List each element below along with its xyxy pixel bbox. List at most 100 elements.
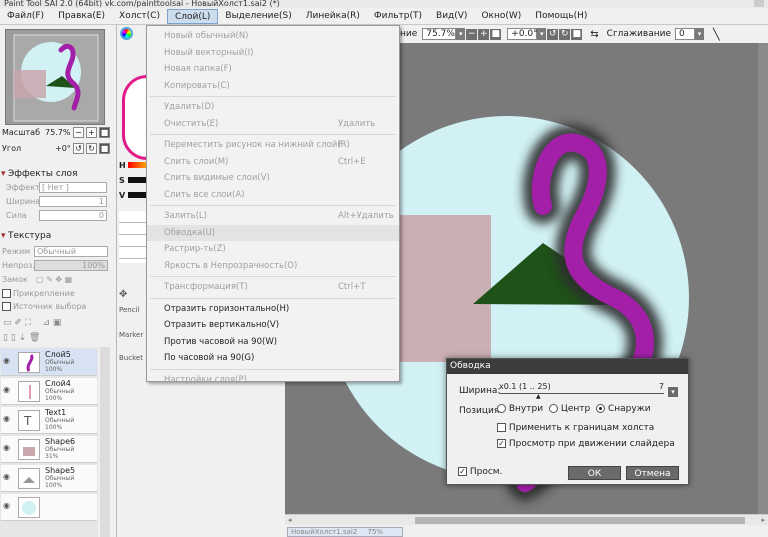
menu-2[interactable]: Правка(E) [51, 9, 112, 24]
saturation-slider[interactable] [128, 177, 147, 183]
scroll-right-icon[interactable]: ▸ [761, 516, 765, 524]
color-wheel[interactable] [122, 75, 147, 160]
menu-9[interactable]: Окно(W) [474, 9, 528, 24]
layer-row[interactable]: ◉ Shape5 Обычный 100% [1, 465, 97, 492]
layer-row[interactable]: ◉ Слой5 Обычный 100% [1, 349, 97, 376]
visibility-eye-icon[interactable]: ◉ [3, 356, 13, 366]
effect-width-field[interactable]: 1 [39, 196, 107, 207]
window-controls[interactable] [754, 0, 764, 7]
visibility-eye-icon[interactable]: ◉ [3, 443, 13, 453]
navigator-preview[interactable] [5, 29, 105, 125]
selection-source-checkbox[interactable] [2, 302, 11, 311]
menu-4[interactable]: Слой(L) [166, 8, 219, 24]
blend-mode-select[interactable]: Обычный [34, 246, 108, 257]
zoom-out-button[interactable]: − [73, 127, 84, 138]
position-center-radio[interactable] [548, 404, 558, 413]
menu-5[interactable]: Выделение(S) [218, 9, 298, 24]
layer-menu-item[interactable]: Слить слои(M) Ctrl+E [147, 154, 399, 170]
texture-header[interactable]: Текстура [0, 230, 117, 242]
layer-menu-item[interactable]: Очистить(E) Удалить [147, 116, 399, 132]
layer-menu-item[interactable]: Слить все слои(A) [147, 187, 399, 203]
position-inside[interactable]: Внутри [497, 404, 543, 414]
zoom-in-button[interactable]: + [86, 127, 97, 138]
visibility-eye-icon[interactable]: ◉ [3, 472, 13, 482]
zoom-reset-button[interactable]: ■ [99, 127, 110, 138]
toolbar-zoom-dropdown-icon[interactable]: ▾ [456, 28, 466, 40]
toolbar-zoom-out-button[interactable]: − [466, 28, 478, 40]
zoom-value[interactable]: 75.7% [45, 126, 70, 139]
layer-row[interactable]: ◉ Shape6 Обычный 31% [1, 436, 97, 463]
menu-7[interactable]: Фильтр(T) [367, 9, 429, 24]
layer-menu-item[interactable]: Слить видимые слои(V) [147, 170, 399, 186]
toolbar-zoom-field[interactable]: 75.7% [422, 28, 457, 40]
clip-row[interactable]: Прикрепление [0, 287, 117, 300]
stroke-width-slider[interactable]: x0.1 (1 .. 25) 7 ▲ [499, 382, 664, 400]
layer-menu-item[interactable]: Отразить горизонтально(H) [147, 301, 399, 317]
preview-checkbox[interactable]: ✓ [458, 467, 467, 476]
lock-icons[interactable]: ▢ ✎ ✥ ▦ [36, 273, 72, 286]
layer-menu-item[interactable]: Новая папка(F) [147, 61, 399, 77]
layer-list-scrollbar[interactable] [100, 347, 110, 537]
hue-slider[interactable] [128, 162, 147, 168]
layer-menu-item[interactable]: По часовой на 90(G) [147, 350, 399, 366]
rotate-right-button[interactable]: ↻ [86, 143, 97, 154]
scroll-left-icon[interactable]: ◂ [288, 516, 292, 524]
rotate-reset-button[interactable]: ■ [99, 143, 110, 154]
opacity-slider[interactable]: 100% [34, 260, 108, 271]
cancel-button[interactable]: Отмена [626, 466, 679, 480]
smoothing-field[interactable]: 0 [675, 28, 695, 40]
horizontal-scrollbar[interactable]: ◂ ▸ [285, 514, 768, 525]
rotate-left-button[interactable]: ↺ [73, 143, 84, 154]
visibility-eye-icon[interactable]: ◉ [3, 385, 13, 395]
move-tool-icon[interactable]: ✥ [119, 289, 127, 300]
menu-8[interactable]: Вид(V) [429, 9, 474, 24]
layer-toolbar-bottom[interactable]: ▯ ▯ ⇣ 🗑 [3, 333, 113, 347]
layer-menu-item[interactable]: Трансформация(T) Ctrl+T [147, 279, 399, 295]
toolbar-angle-field[interactable]: +0.0° [507, 28, 538, 40]
layer-menu-item[interactable]: Новый векторный(I) [147, 45, 399, 61]
layer-row[interactable]: ◉ [1, 494, 97, 521]
position-inside-radio[interactable] [497, 404, 506, 413]
line-tool-icon[interactable]: ╲ [713, 28, 720, 41]
preview-slider-option[interactable]: ✓ Просмотр при движении слайдера [497, 439, 675, 449]
horizontal-scroll-thumb[interactable] [415, 517, 745, 524]
visibility-eye-icon[interactable]: ◉ [3, 414, 13, 424]
position-outside-radio[interactable] [596, 404, 606, 413]
toolbar-rotate-left-button[interactable]: ↺ [547, 28, 559, 40]
apply-canvas-edges-option[interactable]: Применить к границам холста [497, 423, 654, 433]
flip-icon[interactable]: ⇆ [590, 29, 598, 40]
visibility-eye-icon[interactable]: ◉ [3, 501, 13, 511]
toolbar-zoom-reset-button[interactable]: ■ [490, 28, 502, 40]
value-slider[interactable] [128, 192, 147, 198]
clip-checkbox[interactable] [2, 289, 11, 298]
toolbar-rotate-reset-button[interactable]: ■ [571, 28, 583, 40]
layer-menu-item[interactable]: Настройки слоя(P) [147, 372, 399, 388]
layer-menu-item[interactable]: Новый обычный(N) [147, 28, 399, 44]
layer-menu-item[interactable]: Переместить рисунок на нижний слой(R) F [147, 137, 399, 153]
preview-slider-checkbox[interactable]: ✓ [497, 439, 506, 448]
layer-menu-item[interactable]: Яркость в Непрозрачность(O) [147, 258, 399, 274]
layer-menu-item[interactable]: Удалить(D) [147, 99, 399, 115]
menu-10[interactable]: Помощь(H) [528, 9, 594, 24]
tool-marker[interactable]: Marker [119, 331, 143, 339]
menu-3[interactable]: Холст(C) [112, 9, 167, 24]
layer-toolbar-top[interactable]: ▭ ✐ ⛶ ⊿ ▣ [3, 318, 113, 332]
toolbar-rotate-right-button[interactable]: ↻ [559, 28, 571, 40]
layer-row[interactable]: ◉ T Text1 Обычный 100% [1, 407, 97, 434]
layer-menu-item[interactable]: Против часовой на 90(W) [147, 334, 399, 350]
color-wheel-icon[interactable] [120, 27, 133, 40]
stroke-width-dropdown-icon[interactable]: ▾ [668, 387, 678, 397]
position-center[interactable]: Центр [548, 404, 590, 414]
effect-strength-field[interactable]: 0 [39, 210, 107, 221]
stroke-width-thumb[interactable]: ▲ [536, 394, 541, 400]
tool-pencil[interactable]: Pencil [119, 306, 139, 314]
layer-menu-item[interactable]: Копировать(C) [147, 78, 399, 94]
vertical-scrollbar[interactable] [758, 43, 768, 514]
menu-6[interactable]: Линейка(R) [299, 9, 367, 24]
tool-bucket[interactable]: Bucket [119, 354, 143, 362]
layer-menu-item[interactable]: Обводка(U) [147, 224, 399, 241]
smoothing-dropdown-icon[interactable]: ▾ [695, 28, 704, 40]
layer-row[interactable]: ◉ Слой4 Обычный 100% [1, 378, 97, 405]
angle-value[interactable]: +0° [55, 142, 71, 155]
layer-menu-item[interactable]: Отразить вертикально(V) [147, 317, 399, 333]
